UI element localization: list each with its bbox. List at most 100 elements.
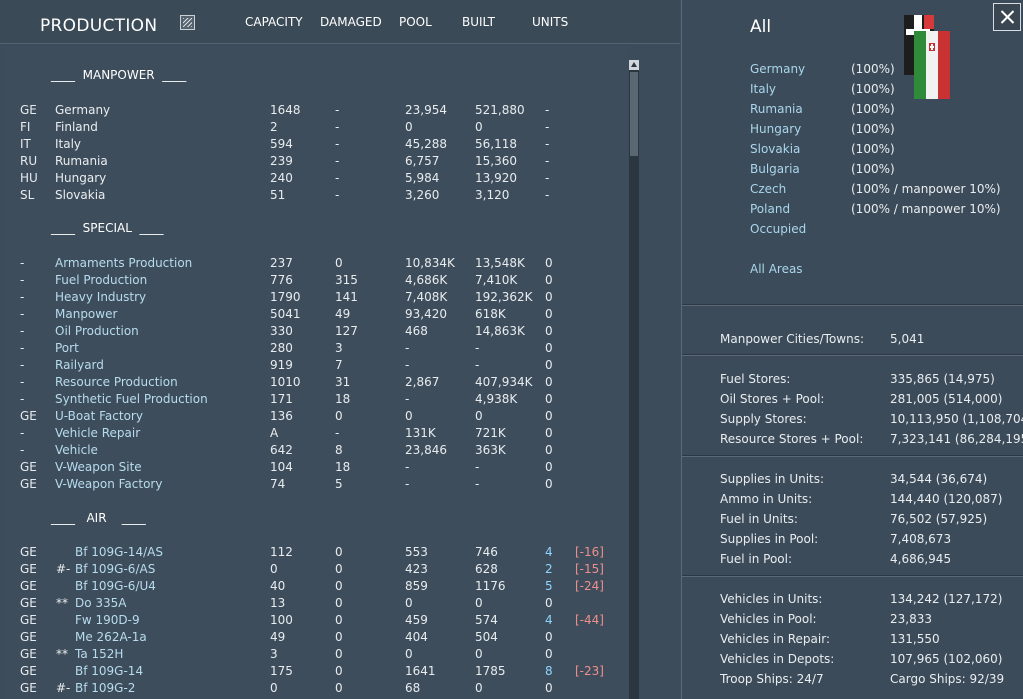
row-damaged: 5 <box>335 477 343 491</box>
row-pool: 68 <box>405 681 421 695</box>
table-row[interactable]: GE Bf 109G-6/U4 40 0 859 1176 5 [-24] <box>4 578 628 595</box>
nation-filter-item[interactable]: Czech <box>750 182 786 196</box>
nation-filter-item[interactable]: Hungary <box>750 122 801 136</box>
row-name[interactable]: Fuel Production <box>55 272 147 289</box>
table-row[interactable]: GE Bf 109G-14 175 0 1641 1785 8 [-23] <box>4 663 628 680</box>
sort-icon[interactable] <box>180 15 195 30</box>
stat-label: Resource Stores + Pool: <box>720 432 864 446</box>
row-name[interactable]: Fw 190D-9 <box>75 612 140 629</box>
nation-filter-item[interactable]: Poland <box>750 202 790 216</box>
row-nation-code: - <box>20 324 25 338</box>
table-row[interactable]: GE V-Weapon Site 104 18 - - 0 <box>4 459 628 476</box>
table-row[interactable]: FI Finland 2 - 0 0 - <box>4 119 628 136</box>
row-name[interactable]: Bf 109G-14 <box>75 663 143 680</box>
column-capacity[interactable]: CAPACITY <box>245 15 303 29</box>
row-name[interactable]: Port <box>55 340 79 357</box>
stat-label: Supplies in Pool: <box>720 532 819 546</box>
list-scrollbar[interactable] <box>629 60 639 699</box>
row-name[interactable]: Bf 109G-14/AS <box>75 544 163 561</box>
column-built[interactable]: BUILT <box>462 15 495 29</box>
nation-filter-item[interactable]: Germany <box>750 62 805 76</box>
table-row[interactable]: GE Me 262A-1a 49 0 404 504 0 <box>4 629 628 646</box>
column-damaged[interactable]: DAMAGED <box>320 15 382 29</box>
row-name[interactable]: Vehicle <box>55 442 98 459</box>
nation-flags-icon <box>904 15 950 99</box>
row-name[interactable]: V-Weapon Site <box>55 459 142 476</box>
row-units-delta: [-44] <box>575 613 604 627</box>
row-name[interactable]: Ta 152H <box>75 646 123 663</box>
row-name[interactable]: Oil Production <box>55 323 139 340</box>
row-name[interactable]: Bf 109G-6/U4 <box>75 578 156 595</box>
all-areas-link[interactable]: All Areas <box>750 262 803 276</box>
stat-label: Ammo in Units: <box>720 492 813 506</box>
table-row[interactable]: - Manpower 5041 49 93,420 618K 0 <box>4 306 628 323</box>
production-list: ____ MANPOWER ____ GE Germany 1648 - 23,954 5… <box>4 46 628 699</box>
row-name[interactable]: Resource Production <box>55 374 178 391</box>
row-damaged: - <box>335 171 340 185</box>
row-name[interactable]: Bf 109G-2 <box>75 680 135 697</box>
scroll-thumb[interactable] <box>630 72 638 156</box>
column-pool[interactable]: POOL <box>399 15 432 29</box>
scroll-up-icon[interactable] <box>629 60 639 70</box>
table-row[interactable]: GE #- Bf 109G-2 0 0 68 0 0 <box>4 680 628 697</box>
row-capacity: 919 <box>270 358 293 372</box>
row-name[interactable]: Do 335A <box>75 595 127 612</box>
table-row[interactable]: - Synthetic Fuel Production 171 18 - 4,938K 0 <box>4 391 628 408</box>
table-row[interactable]: - Vehicle 642 8 23,846 363K 0 <box>4 442 628 459</box>
row-name[interactable]: Railyard <box>55 357 104 374</box>
nation-filter-percent: (100%) <box>851 62 895 76</box>
table-row[interactable]: GE #- Bf 109G-6/AS 0 0 423 628 2 [-15] <box>4 561 628 578</box>
nation-filter-item[interactable]: Rumania <box>750 102 803 116</box>
table-row[interactable]: - Armaments Production 237 0 10,834K 13,548K 0 <box>4 255 628 272</box>
row-name[interactable]: Bf 109G-6/AS <box>75 561 155 578</box>
table-row[interactable]: GE V-Weapon Factory 74 5 - - 0 <box>4 476 628 493</box>
nation-filter-item[interactable]: Italy <box>750 82 776 96</box>
table-row[interactable]: GE ** Ta 152H 3 0 0 0 0 <box>4 646 628 663</box>
table-row[interactable]: - Fuel Production 776 315 4,686K 7,410K 0 <box>4 272 628 289</box>
table-row[interactable]: - Vehicle Repair A - 131K 721K 0 <box>4 425 628 442</box>
row-name[interactable]: Heavy Industry <box>55 289 146 306</box>
table-row[interactable]: GE Germany 1648 - 23,954 521,880 - <box>4 102 628 119</box>
row-nation-code: - <box>20 256 25 270</box>
table-row[interactable]: RU Rumania 239 - 6,757 15,360 - <box>4 153 628 170</box>
row-capacity: 40 <box>270 579 286 593</box>
table-row[interactable]: SL Slovakia 51 - 3,260 3,120 - <box>4 187 628 204</box>
row-name[interactable]: Vehicle Repair <box>55 425 140 442</box>
nation-filter-item[interactable]: Occupied <box>750 222 806 236</box>
table-row[interactable]: - Heavy Industry 1790 141 7,408K 192,362K 0 <box>4 289 628 306</box>
table-row[interactable]: - Oil Production 330 127 468 14,863K 0 <box>4 323 628 340</box>
table-row[interactable]: IT Italy 594 - 45,288 56,118 - <box>4 136 628 153</box>
table-row[interactable]: GE Bf 109G-14/AS 112 0 553 746 4 [-16] <box>4 544 628 561</box>
row-built: - <box>475 341 480 355</box>
stat-label: Oil Stores + Pool: <box>720 392 825 406</box>
close-icon[interactable] <box>993 3 1021 31</box>
table-row[interactable]: - Railyard 919 7 - - 0 <box>4 357 628 374</box>
row-capacity: 0 <box>270 681 278 695</box>
row-units: 2 <box>545 562 553 576</box>
row-pool: 423 <box>405 562 428 576</box>
stat-value: 76,502 (57,925) <box>890 512 988 526</box>
table-row[interactable]: GE U-Boat Factory 136 0 0 0 0 <box>4 408 628 425</box>
row-units: 0 <box>545 324 553 338</box>
row-name[interactable]: U-Boat Factory <box>55 408 143 425</box>
row-name[interactable]: V-Weapon Factory <box>55 476 162 493</box>
row-name[interactable]: Me 262A-1a <box>75 629 147 646</box>
nation-filter-item[interactable]: Bulgaria <box>750 162 800 176</box>
row-units: 0 <box>545 358 553 372</box>
table-row[interactable]: - Resource Production 1010 31 2,867 407,934K 0 <box>4 374 628 391</box>
table-row[interactable]: GE ** Do 335A 13 0 0 0 0 <box>4 595 628 612</box>
column-units[interactable]: UNITS <box>532 15 568 29</box>
stat-value: 34,544 (36,674) <box>890 472 988 486</box>
nation-filter-item[interactable]: Slovakia <box>750 142 800 156</box>
row-name[interactable]: Armaments Production <box>55 255 192 272</box>
row-built: 14,863K <box>475 324 525 338</box>
table-row[interactable]: GE Fw 190D-9 100 0 459 574 4 [-44] <box>4 612 628 629</box>
row-name[interactable]: Synthetic Fuel Production <box>55 391 208 408</box>
row-units: 0 <box>545 256 553 270</box>
table-row[interactable]: - Port 280 3 - - 0 <box>4 340 628 357</box>
row-nation-code: - <box>20 290 25 304</box>
row-name[interactable]: Manpower <box>55 306 117 323</box>
divider <box>682 304 1023 306</box>
row-damaged: 0 <box>335 256 343 270</box>
table-row[interactable]: HU Hungary 240 - 5,984 13,920 - <box>4 170 628 187</box>
